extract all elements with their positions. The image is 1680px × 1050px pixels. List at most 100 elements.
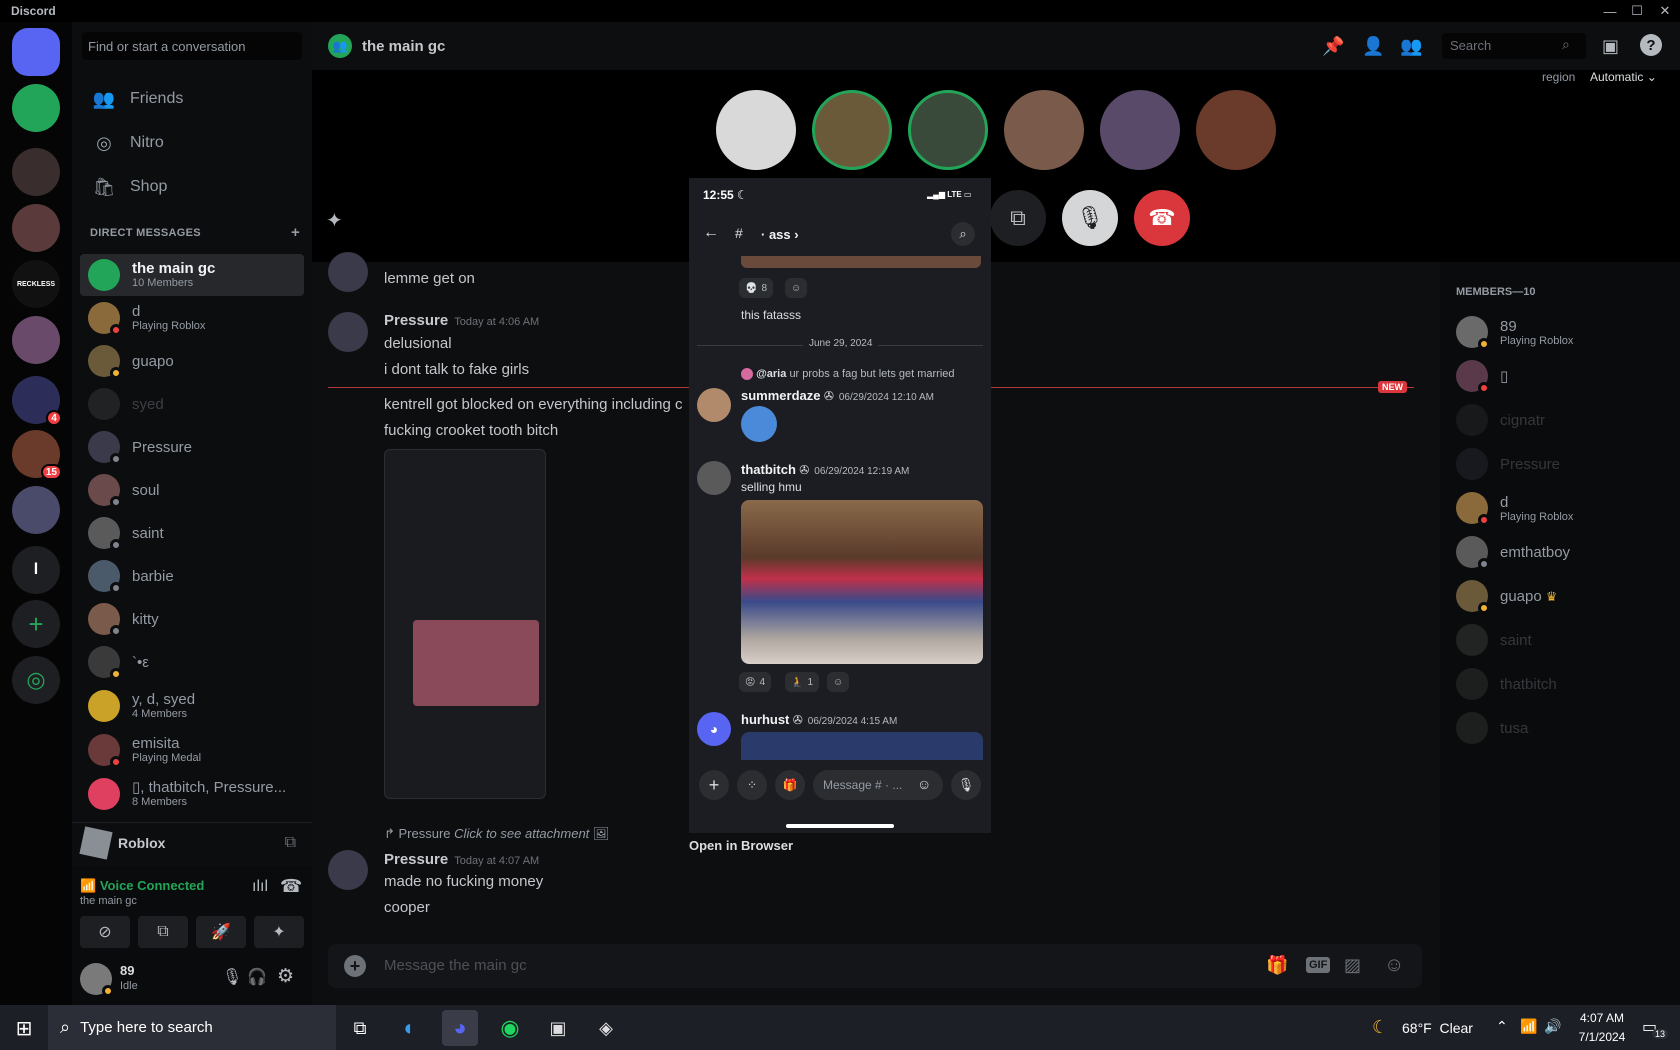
call-participant-2[interactable] (812, 90, 892, 170)
member-item[interactable]: tusa (1456, 706, 1680, 750)
taskbar-search-input[interactable]: Type here to search (80, 1019, 213, 1036)
screenshot-attachment[interactable] (384, 449, 546, 799)
dm-item[interactable]: saint (80, 512, 304, 554)
weather-text[interactable]: 68°F Clear (1402, 1020, 1473, 1036)
discover-icon[interactable]: ◎ (12, 656, 60, 704)
dm-item[interactable]: `•ε (80, 641, 304, 683)
dm-item[interactable]: barbie (80, 555, 304, 597)
taskbar-search[interactable]: ⌕ Type here to search (48, 1005, 336, 1050)
member-item[interactable]: thatbitch (1456, 662, 1680, 706)
help-icon[interactable]: ? (1640, 34, 1662, 56)
noise-suppression-icon[interactable]: ılıl (252, 878, 268, 896)
reply-preview[interactable]: ↱ Pressure Click to see attachment 🖼 (384, 826, 609, 842)
message-avatar[interactable] (328, 850, 368, 890)
wifi-icon[interactable]: 📶 (1520, 1018, 1537, 1035)
server-icon-server-6[interactable] (12, 316, 60, 364)
spotify-icon[interactable]: ◉ (492, 1010, 528, 1046)
maximize-button[interactable]: ☐ (1622, 0, 1652, 22)
dm-item[interactable]: the main gc 10 Members (80, 254, 304, 296)
server-icon-server-4[interactable] (12, 204, 60, 252)
settings-gear-icon[interactable]: ⚙ (277, 965, 294, 988)
dm-item[interactable]: kitty (80, 598, 304, 640)
member-list-icon[interactable]: 👥 (1400, 36, 1422, 57)
member-item[interactable]: Pressure (1456, 442, 1680, 486)
call-participant-5[interactable] (1100, 90, 1180, 170)
volume-icon[interactable]: 🔊 (1544, 1018, 1561, 1035)
region-select[interactable]: Automatic ⌄ (1590, 70, 1657, 84)
message-input[interactable]: Message the main gc (384, 957, 527, 974)
server-icon-reckless[interactable]: RECKLESS (12, 260, 60, 308)
nav-friends[interactable]: 👥 Friends (80, 78, 304, 120)
call-participant-3[interactable] (908, 90, 988, 170)
member-item[interactable]: d Playing Roblox (1456, 486, 1680, 530)
server-icon-server-3[interactable] (12, 148, 60, 196)
server-icon-server-9[interactable] (12, 486, 60, 534)
attach-plus-icon[interactable]: + (344, 955, 366, 977)
soundboard-icon[interactable]: ✦ (254, 916, 304, 948)
clock-time[interactable]: 4:07 AM (1572, 1011, 1632, 1025)
add-dm-button[interactable]: + (291, 224, 300, 241)
dm-item[interactable]: ▯, thatbitch, Pressure... 8 Members (80, 773, 304, 815)
add-friend-icon[interactable]: 👤 (1362, 36, 1384, 57)
dm-item[interactable]: emisita Playing Medal (80, 729, 304, 771)
disconnect-icon[interactable]: ☎ (280, 876, 302, 897)
sticker-icon[interactable]: ▨ (1344, 955, 1361, 976)
call-participant-6[interactable] (1196, 90, 1276, 170)
activity-row[interactable]: Roblox ⧉ (72, 822, 312, 862)
server-icon-yumaidos[interactable]: 4 (12, 376, 62, 426)
call-participant-4[interactable] (1004, 90, 1084, 170)
emoji-icon[interactable]: ☺ (1384, 954, 1404, 977)
activity-icon[interactable]: 🚀 (196, 916, 246, 948)
edge-icon[interactable]: ◐ (392, 1010, 428, 1046)
tray-chevron-icon[interactable]: ⌃ (1496, 1018, 1508, 1035)
message-avatar[interactable] (328, 312, 368, 352)
dm-item[interactable]: soul (80, 469, 304, 511)
app-icon[interactable]: ▣ (540, 1010, 576, 1046)
message-author[interactable]: Pressure (384, 312, 448, 329)
server-icon-call[interactable] (12, 84, 60, 132)
windows-start-icon[interactable]: ⊞ (6, 1010, 42, 1046)
member-item[interactable]: cignatr (1456, 398, 1680, 442)
server-icon-home[interactable] (12, 28, 60, 76)
dm-item[interactable]: Pressure (80, 426, 304, 468)
task-view-icon[interactable]: ⧉ (342, 1010, 378, 1046)
call-soundboard-icon[interactable]: ✦ (326, 208, 343, 233)
dm-item[interactable]: d Playing Roblox (80, 297, 304, 339)
camera-off-icon[interactable]: ⊘ (80, 916, 130, 948)
discord-taskbar-icon[interactable]: ◕ (442, 1010, 478, 1046)
share-screen-button[interactable]: ⧉ (990, 190, 1046, 246)
message-author[interactable]: Pressure (384, 851, 448, 868)
close-button[interactable]: ✕ (1650, 0, 1680, 22)
dm-item[interactable]: y, d, syed 4 Members (80, 685, 304, 727)
clock-date[interactable]: 7/1/2024 (1572, 1030, 1632, 1044)
user-avatar[interactable] (80, 963, 114, 997)
leave-call-button[interactable]: ☎ (1134, 190, 1190, 246)
server-icon-l[interactable]: l (12, 546, 60, 594)
gif-icon[interactable]: GIF (1306, 957, 1331, 973)
call-participant-1[interactable] (716, 90, 796, 170)
message-avatar[interactable] (328, 252, 368, 292)
headphones-icon[interactable]: 🎧 (247, 967, 267, 987)
stream-icon[interactable]: ⧉ (285, 834, 296, 852)
nav-nitro[interactable]: ◎ Nitro (80, 122, 304, 164)
inbox-icon[interactable]: ▣ (1602, 36, 1619, 57)
dm-item[interactable]: guapo (80, 340, 304, 382)
minimize-button[interactable]: — (1595, 0, 1625, 22)
gift-icon[interactable]: 🎁 (1266, 955, 1288, 976)
member-item[interactable]: guapo ♛ (1456, 574, 1680, 618)
nav-shop[interactable]: 🛍 Shop (80, 166, 304, 208)
screen-share-icon[interactable]: ⧉ (138, 916, 188, 948)
mic-icon[interactable]: 🎙 (222, 967, 242, 987)
pin-icon[interactable]: 📌 (1322, 36, 1344, 57)
dm-search-input[interactable]: Find or start a conversation (82, 32, 302, 60)
member-item[interactable]: ▯ (1456, 354, 1680, 398)
dm-item[interactable]: syed (80, 383, 304, 425)
roblox-taskbar-icon[interactable]: ◈ (588, 1010, 624, 1046)
member-item[interactable]: 89 Playing Roblox (1456, 310, 1680, 354)
open-in-browser-link[interactable]: Open in Browser (689, 838, 793, 853)
member-item[interactable]: emthatboy (1456, 530, 1680, 574)
voice-channel[interactable]: the main gc (80, 895, 137, 907)
server-icon-server-8[interactable]: 15 (12, 430, 62, 480)
add-server-icon[interactable]: + (12, 600, 60, 648)
call-mic-button[interactable]: 🎙 (1062, 190, 1118, 246)
